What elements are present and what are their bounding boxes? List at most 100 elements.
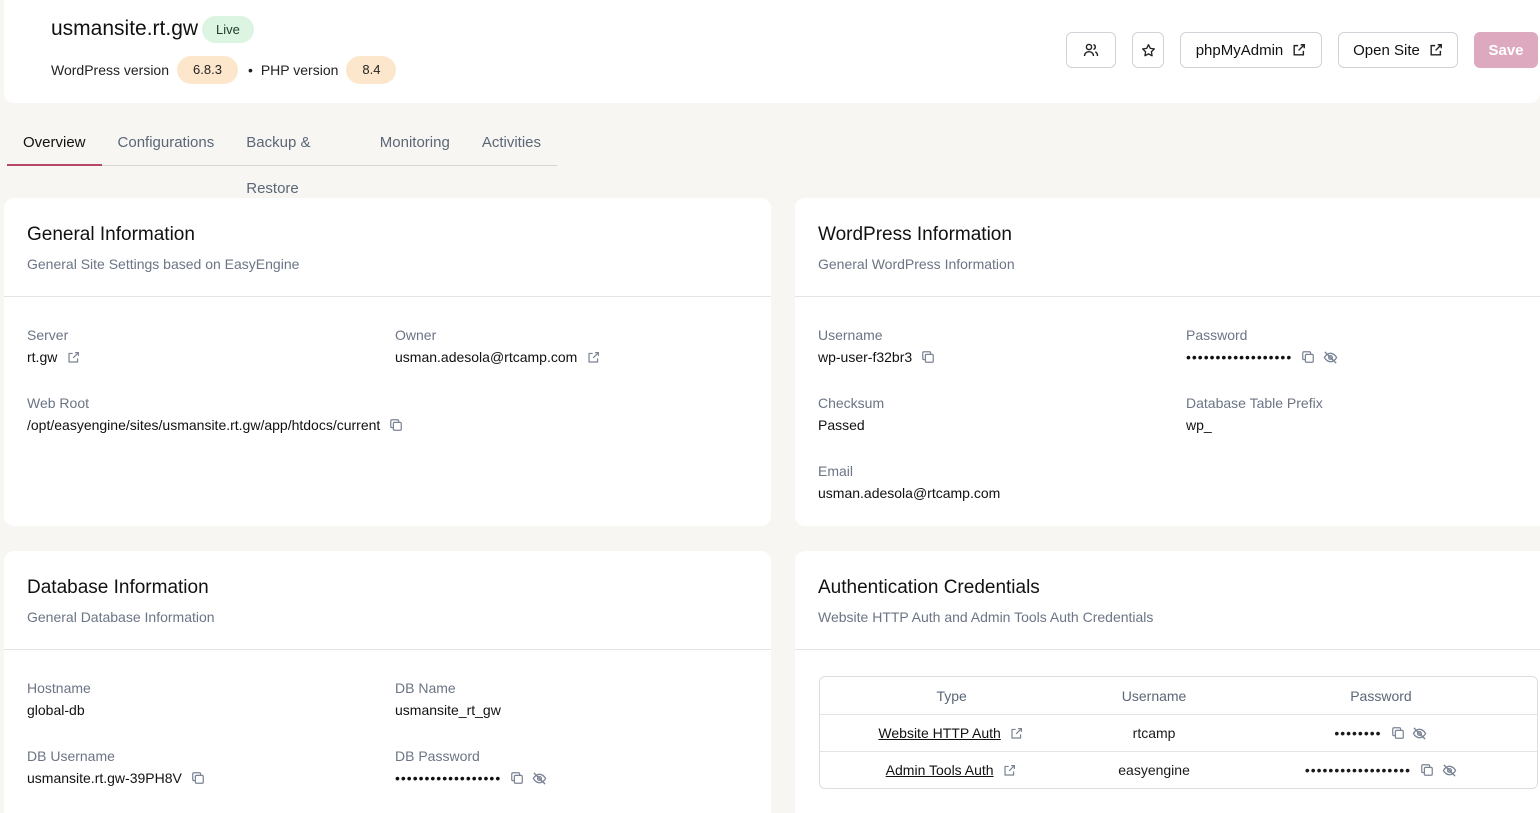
col-type-header: Type (936, 687, 967, 704)
auth-password-cell: •••••••••••••••••• (1225, 762, 1537, 778)
wordpress-info-card: WordPress Information General WordPress … (795, 198, 1540, 526)
webroot-label: Web Root (27, 395, 89, 411)
auth-type-cell: Website HTTP Auth (820, 725, 1083, 741)
wp-password-value: •••••••••••••••••• (1186, 349, 1293, 365)
owner-value: usman.adesola@rtcamp.com (395, 349, 578, 365)
eye-off-icon[interactable] (1441, 762, 1457, 778)
card-title: General Information (27, 224, 195, 245)
wp-username-field: wp-user-f32br3 (818, 349, 936, 365)
db-password-field: •••••••••••••••••• (395, 770, 547, 786)
database-info-card: Database Information General Database In… (4, 551, 771, 813)
save-button[interactable]: Save (1474, 32, 1538, 68)
version-row: WordPress version 6.8.3 • PHP version 8.… (51, 56, 397, 84)
webroot-field: /opt/easyengine/sites/usmansite.rt.gw/ap… (27, 417, 404, 433)
copy-icon[interactable] (1419, 762, 1435, 778)
copy-icon[interactable] (190, 770, 206, 786)
card-title: Database Information (27, 577, 209, 598)
card-subtitle: General WordPress Information (818, 256, 1015, 272)
tab-activities[interactable]: Activities (466, 120, 557, 166)
copy-icon[interactable] (1300, 349, 1316, 365)
tab-monitoring[interactable]: Monitoring (364, 120, 466, 166)
divider (4, 649, 771, 650)
db-username-label: DB Username (27, 748, 115, 764)
card-subtitle: Website HTTP Auth and Admin Tools Auth C… (818, 609, 1154, 625)
auth-table: Type Username Password Website HTTP Auth… (819, 676, 1538, 789)
tab-overview[interactable]: Overview (7, 120, 102, 166)
db-username-field: usmansite.rt.gw-39PH8V (27, 770, 206, 786)
tab-backup-restore[interactable]: Backup & Restore (230, 120, 364, 197)
users-button[interactable] (1066, 32, 1116, 68)
auth-type-cell: Admin Tools Auth (820, 762, 1083, 778)
external-link-icon (1292, 43, 1306, 57)
divider (795, 296, 1540, 297)
general-info-card: General Information General Site Setting… (4, 198, 771, 526)
wp-version-badge: 6.8.3 (177, 56, 238, 84)
wp-username-value: wp-user-f32br3 (818, 349, 913, 365)
card-subtitle: General Site Settings based on EasyEngin… (27, 256, 300, 272)
auth-username-cell: rtcamp (1132, 725, 1176, 741)
site-title: usmansite.rt.gw (51, 17, 199, 40)
eye-off-icon[interactable] (531, 770, 547, 786)
php-version-badge: 8.4 (346, 56, 397, 84)
dbname-label: DB Name (395, 680, 456, 696)
db-password-label: DB Password (395, 748, 480, 764)
wp-version-label: WordPress version (51, 62, 170, 78)
checksum-label: Checksum (818, 395, 885, 411)
site-header: usmansite.rt.gw Live WordPress version 6… (4, 0, 1540, 103)
users-icon (1083, 42, 1099, 58)
phpmyadmin-button[interactable]: phpMyAdmin (1180, 32, 1322, 68)
table-header-row: Type Username Password (820, 677, 1537, 714)
server-label: Server (27, 327, 69, 343)
card-title: Authentication Credentials (818, 577, 1040, 598)
tab-configurations[interactable]: Configurations (102, 120, 231, 166)
webroot-value: /opt/easyengine/sites/usmansite.rt.gw/ap… (27, 417, 381, 433)
external-link-icon[interactable] (1009, 725, 1025, 741)
copy-icon[interactable] (920, 349, 936, 365)
col-password-header: Password (1350, 687, 1412, 704)
external-link-icon[interactable] (585, 349, 601, 365)
auth-username-cell: easyengine (1118, 762, 1190, 778)
phpmyadmin-label: phpMyAdmin (1195, 41, 1284, 59)
copy-icon[interactable] (1390, 725, 1406, 741)
external-link-icon[interactable] (65, 349, 81, 365)
card-title: WordPress Information (818, 224, 1012, 245)
eye-off-icon[interactable] (1322, 349, 1338, 365)
copy-icon[interactable] (388, 417, 404, 433)
external-link-icon (1429, 43, 1443, 57)
server-field: rt.gw (27, 349, 81, 365)
tab-bar: Overview Configurations Backup & Restore… (7, 120, 557, 197)
db-username-value: usmansite.rt.gw-39PH8V (27, 770, 182, 786)
owner-label: Owner (395, 327, 437, 343)
card-subtitle: General Database Information (27, 609, 215, 625)
status-badge: Live (202, 16, 254, 43)
auth-credentials-card: Authentication Credentials Website HTTP … (795, 551, 1540, 813)
external-link-icon[interactable] (1002, 762, 1018, 778)
php-version-label: PHP version (260, 62, 339, 78)
table-row: Website HTTP Auth rtcamp •••••••• (820, 714, 1537, 751)
table-prefix-label: Database Table Prefix (1186, 395, 1323, 411)
open-site-label: Open Site (1353, 41, 1420, 59)
table-row: Admin Tools Auth easyengine ••••••••••••… (820, 751, 1537, 788)
auth-password-cell: •••••••• (1225, 725, 1537, 741)
open-site-button[interactable]: Open Site (1338, 32, 1458, 68)
email-value: usman.adesola@rtcamp.com (818, 485, 1001, 501)
wp-password-field: •••••••••••••••••• (1186, 349, 1338, 365)
copy-icon[interactable] (509, 770, 525, 786)
dbname-value: usmansite_rt_gw (395, 702, 501, 718)
auth-password-value: •••••••• (1334, 725, 1382, 741)
wp-username-label: Username (818, 327, 883, 343)
col-username-header: Username (1121, 687, 1187, 704)
favorite-button[interactable] (1132, 32, 1164, 68)
website-http-auth-link[interactable]: Website HTTP Auth (878, 725, 1000, 741)
server-value: rt.gw (27, 349, 58, 365)
hostname-value: global-db (27, 702, 85, 718)
table-prefix-value: wp_ (1186, 417, 1212, 433)
admin-tools-auth-link[interactable]: Admin Tools Auth (886, 762, 994, 778)
divider (795, 649, 1540, 650)
owner-field: usman.adesola@rtcamp.com (395, 349, 601, 365)
auth-password-value: •••••••••••••••••• (1304, 762, 1412, 778)
email-label: Email (818, 463, 854, 479)
divider (4, 296, 771, 297)
hostname-label: Hostname (27, 680, 91, 696)
eye-off-icon[interactable] (1412, 725, 1428, 741)
